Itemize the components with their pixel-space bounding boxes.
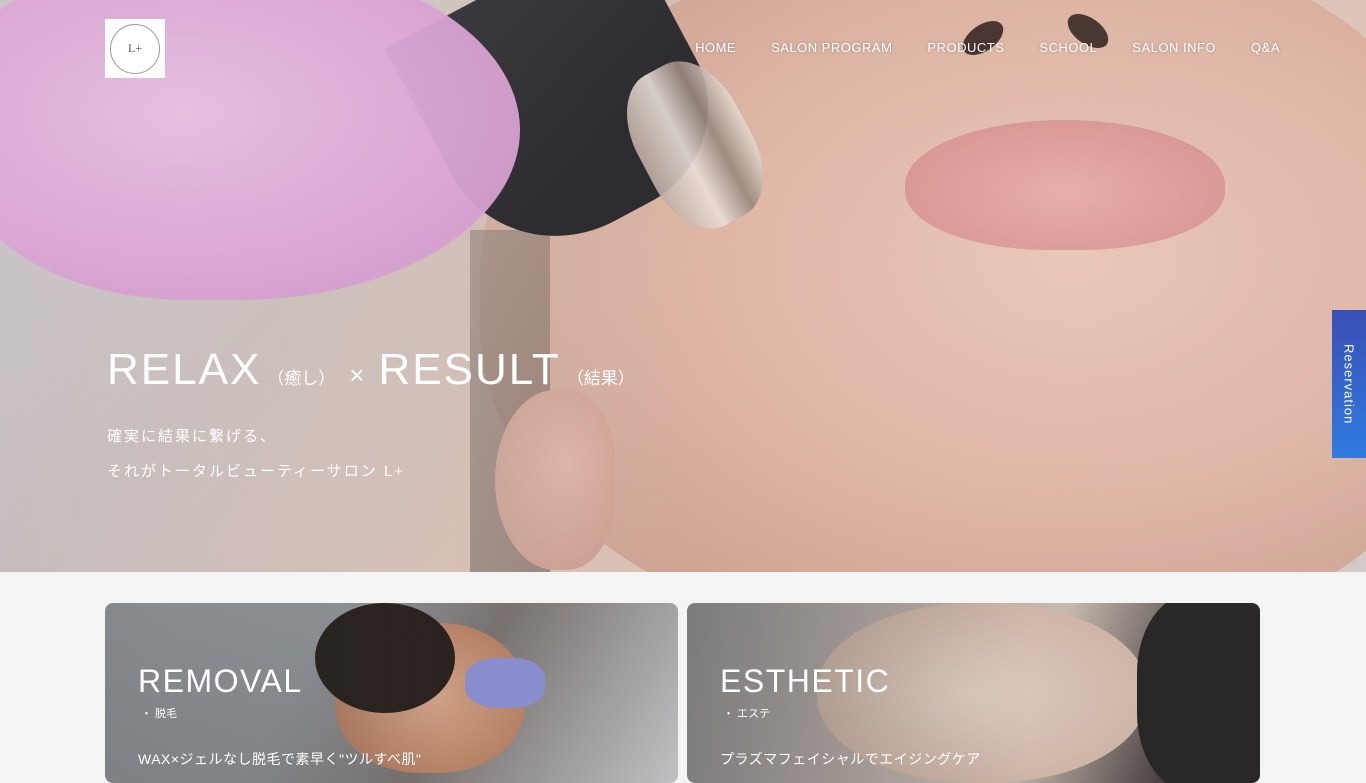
reservation-label: Reservation <box>1341 343 1357 425</box>
card-esthetic-desc: プラズマフェイシャルでエイジングケア <box>720 751 981 767</box>
nav-products[interactable]: PRODUCTS <box>927 40 1004 55</box>
logo-mark: L+ <box>110 23 160 74</box>
nav-salon-program[interactable]: SALON PROGRAM <box>771 40 892 55</box>
hero-title-relax: RELAX <box>107 345 262 394</box>
hero-title-result: RESULT <box>378 345 561 394</box>
hero-title: RELAX （癒し） × RESULT （結果） <box>107 345 641 395</box>
hero-title-relax-sub: （癒し） <box>267 369 336 388</box>
hero-subtitle-line2: それがトータルビューティーサロン L+ <box>107 463 406 480</box>
reservation-tab[interactable]: Reservation <box>1332 310 1366 458</box>
hero-subtitle-line1: 確実に結果に繋げる、 <box>107 428 278 445</box>
card-esthetic-title: ESTHETIC <box>720 663 891 699</box>
card-esthetic[interactable]: ESTHETIC ・ エステ プラズマフェイシャルでエイジングケア <box>687 603 1260 783</box>
nav-salon-info[interactable]: SALON INFO <box>1132 40 1216 55</box>
logo-text: L+ <box>127 41 143 55</box>
nav-home[interactable]: HOME <box>695 40 736 55</box>
card-removal[interactable]: REMOVAL ・ 脱毛 WAX×ジェルなし脱毛で素早く"ツルすべ肌" <box>105 603 678 783</box>
nav-school[interactable]: SCHOOL <box>1039 40 1097 55</box>
card-removal-title: REMOVAL <box>138 663 303 699</box>
main-nav: HOME SALON PROGRAM PRODUCTS SCHOOL SALON… <box>660 40 1280 55</box>
hero-title-times: × <box>349 360 365 390</box>
site-logo[interactable]: L+ <box>105 19 165 78</box>
card-removal-desc: WAX×ジェルなし脱毛で素早く"ツルすべ肌" <box>138 751 422 767</box>
card-esthetic-sub: ・ エステ <box>723 708 771 720</box>
card-removal-sub: ・ 脱毛 <box>141 708 178 720</box>
hero-title-result-sub: （結果） <box>566 369 635 388</box>
hero-image <box>0 0 1366 572</box>
hero-veil <box>0 0 1366 572</box>
nav-qa[interactable]: Q&A <box>1251 40 1280 55</box>
